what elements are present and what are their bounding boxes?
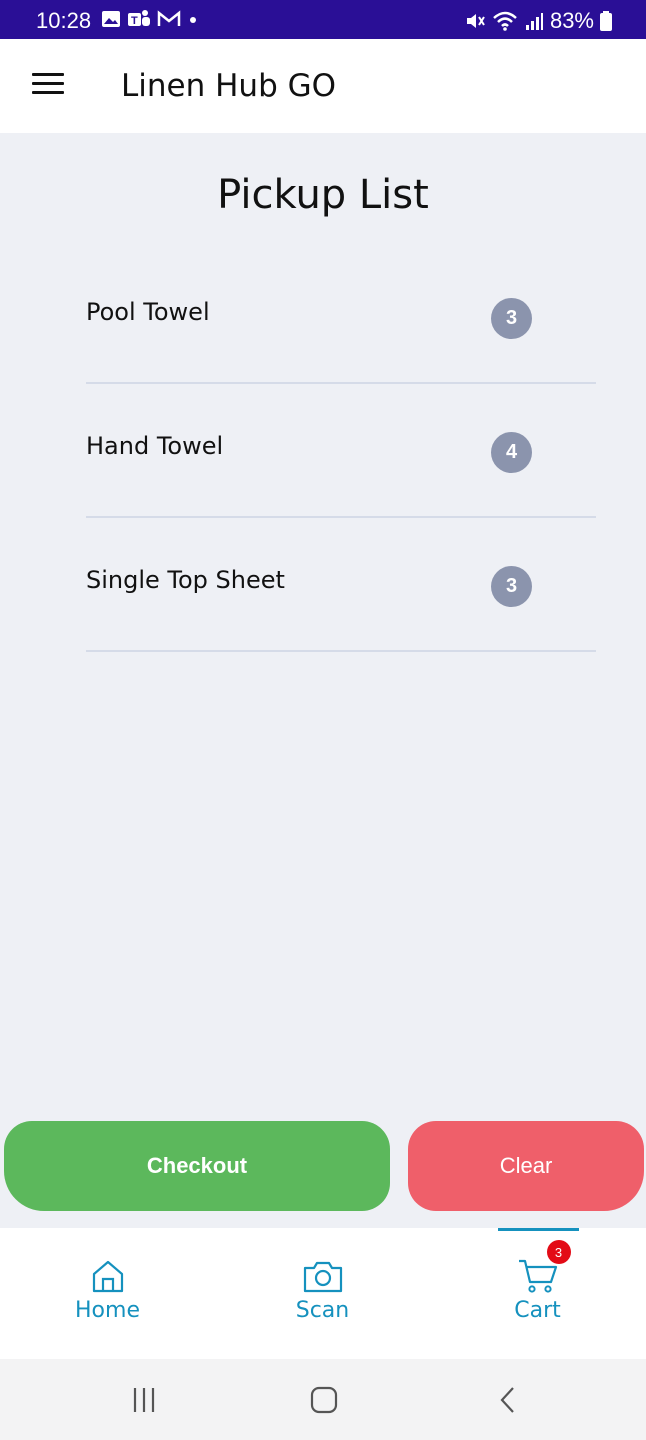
system-nav-bar <box>0 1359 646 1440</box>
status-left-icons: T <box>101 9 199 29</box>
svg-text:T: T <box>131 15 138 27</box>
cart-count-badge: 3 <box>546 1240 571 1264</box>
cart-icon <box>518 1259 557 1293</box>
list-item[interactable]: Single Top Sheet 3 <box>86 518 596 652</box>
menu-button[interactable] <box>26 69 70 105</box>
gmail-icon <box>157 10 181 26</box>
hamburger-icon <box>26 73 70 94</box>
home-icon <box>92 1260 123 1293</box>
gallery-icon <box>102 11 120 27</box>
item-label: Hand Towel <box>86 432 224 460</box>
checkout-button[interactable]: Checkout <box>4 1121 390 1211</box>
nav-scan-label: Scan <box>295 1298 350 1323</box>
bottom-nav: Home Scan 3 Cart <box>0 1228 646 1359</box>
battery-icon <box>600 11 612 31</box>
item-label: Pool Towel <box>86 298 210 326</box>
home-system-button[interactable] <box>304 1383 344 1417</box>
recents-icon <box>133 1388 155 1412</box>
back-chevron-icon <box>500 1387 514 1413</box>
status-right-icons: 83% <box>464 8 612 34</box>
teams-icon: T <box>128 10 150 27</box>
item-label: Single Top Sheet <box>86 566 285 594</box>
item-count-badge: 3 <box>491 566 532 607</box>
pickup-list: Pool Towel 3 Hand Towel 4 Single Top She… <box>86 250 596 652</box>
app-title: Linen Hub GO <box>121 68 337 104</box>
home-circle-icon <box>310 1386 338 1414</box>
nav-cart-label: Cart <box>514 1298 561 1323</box>
wifi-icon <box>493 11 517 31</box>
nav-home-label: Home <box>75 1298 140 1323</box>
nav-home[interactable]: Home <box>0 1228 215 1359</box>
item-count-badge: 4 <box>491 432 532 473</box>
app-bar: Linen Hub GO <box>0 39 646 133</box>
mute-icon <box>466 14 485 28</box>
page-title: Pickup List <box>217 172 429 218</box>
list-item[interactable]: Hand Towel 4 <box>86 384 596 518</box>
item-count-badge: 3 <box>491 298 532 339</box>
clear-button[interactable]: Clear <box>408 1121 644 1211</box>
signal-icon <box>525 13 543 30</box>
list-item[interactable]: Pool Towel 3 <box>86 250 596 384</box>
status-time: 10:28 <box>36 8 92 33</box>
recents-button[interactable] <box>124 1383 164 1417</box>
nav-scan[interactable]: Scan <box>215 1228 430 1359</box>
nav-cart[interactable]: 3 Cart <box>430 1228 645 1359</box>
status-bar: 10:28 T 83% <box>0 0 646 39</box>
battery-percent: 83% <box>549 8 594 33</box>
dot-icon <box>190 17 196 23</box>
camera-icon <box>303 1261 342 1293</box>
back-button[interactable] <box>488 1383 528 1417</box>
